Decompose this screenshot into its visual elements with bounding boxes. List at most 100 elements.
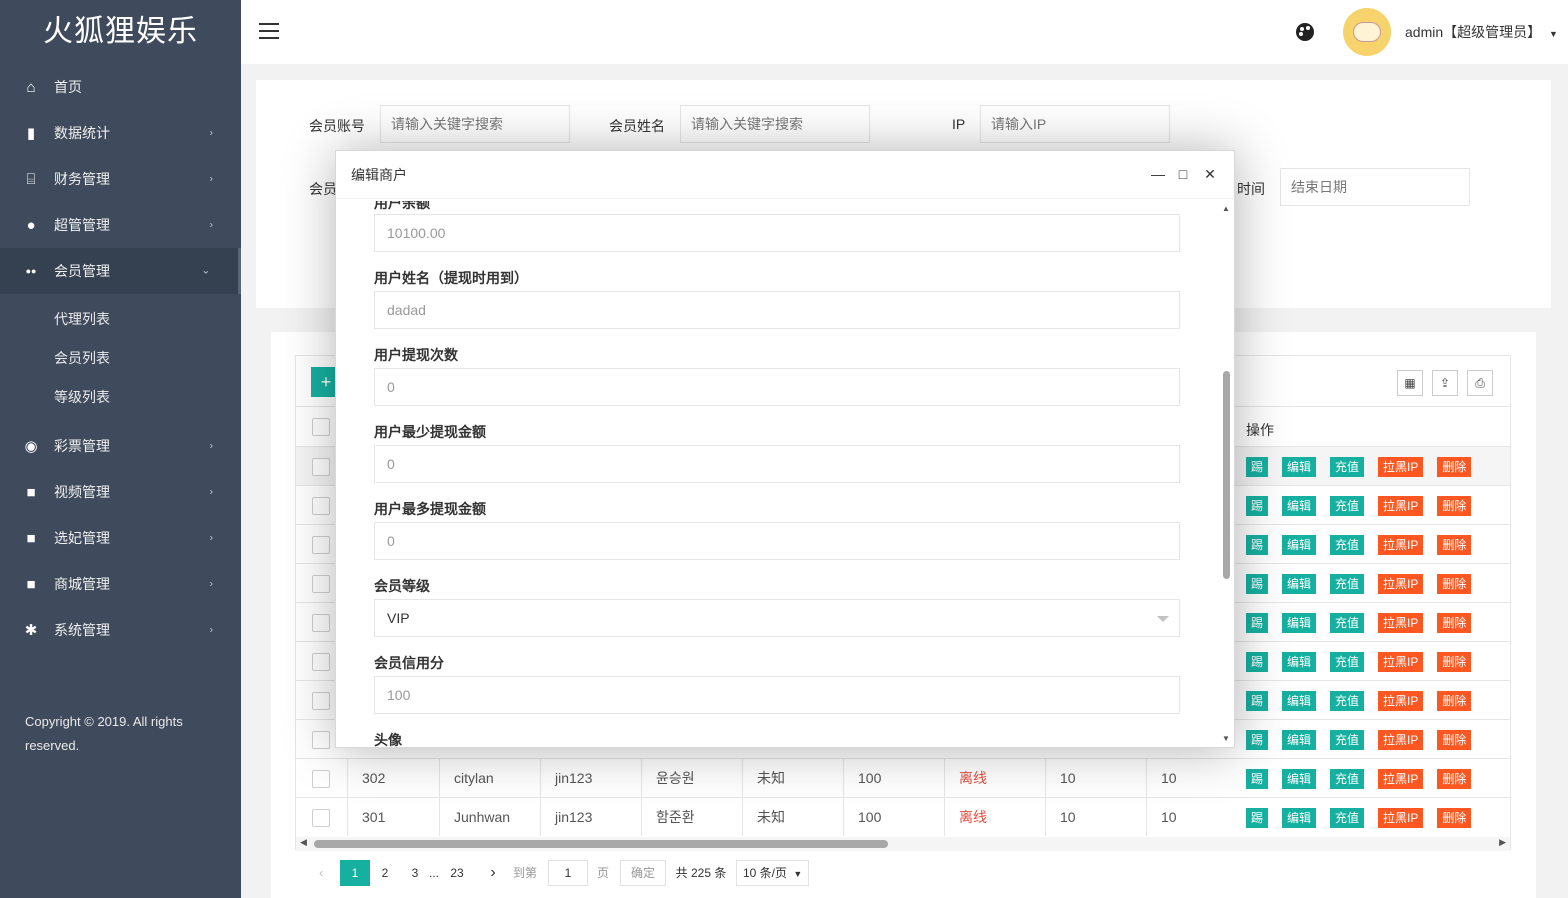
menu-toggle-icon[interactable]	[259, 23, 279, 41]
user-menu[interactable]: admin【超级管理员】 ▼	[1405, 22, 1558, 42]
row-checkbox[interactable]	[312, 692, 330, 710]
scroll-right-icon[interactable]: ▶	[1499, 837, 1506, 848]
block-ip-button[interactable]: 拉黑IP	[1378, 457, 1424, 477]
page-23[interactable]: 23	[448, 860, 466, 886]
credit-score-input[interactable]: 100	[374, 676, 1180, 714]
sidebar-item-selection[interactable]: ■ 选妃管理 ›	[0, 515, 241, 561]
edit-button[interactable]: 编辑	[1282, 574, 1317, 594]
export-icon[interactable]: ⇪	[1432, 370, 1458, 396]
sidebar-item-mall[interactable]: ■ 商城管理 ›	[0, 561, 241, 607]
row-checkbox[interactable]	[312, 575, 330, 593]
columns-icon[interactable]: ▦	[1397, 370, 1423, 396]
next-page-icon[interactable]: ›	[486, 860, 500, 886]
recharge-button[interactable]: 充值	[1330, 808, 1365, 828]
delete-button[interactable]: 删除	[1437, 535, 1472, 555]
row-checkbox[interactable]	[312, 458, 330, 476]
sidebar-subitem-members[interactable]: 会员列表	[0, 339, 241, 378]
edit-button[interactable]: 编辑	[1282, 769, 1317, 789]
edit-button[interactable]: 编辑	[1282, 652, 1317, 672]
min-withdraw-input[interactable]: 0	[374, 445, 1180, 483]
block-ip-button[interactable]: 拉黑IP	[1378, 535, 1424, 555]
recharge-button[interactable]: 充值	[1330, 730, 1365, 750]
kick-button[interactable]: 踢	[1246, 613, 1269, 633]
dialog-scroll-thumb[interactable]	[1223, 371, 1230, 579]
recharge-button[interactable]: 充值	[1330, 652, 1365, 672]
edit-button[interactable]: 编辑	[1282, 496, 1317, 516]
page-1[interactable]: 1	[340, 860, 370, 886]
delete-button[interactable]: 删除	[1437, 652, 1472, 672]
edit-button[interactable]: 编辑	[1282, 730, 1317, 750]
delete-button[interactable]: 删除	[1437, 457, 1472, 477]
recharge-button[interactable]: 充值	[1330, 613, 1365, 633]
kick-button[interactable]: 踢	[1246, 652, 1269, 672]
sidebar-item-lottery[interactable]: ◉ 彩票管理 ›	[0, 423, 241, 469]
edit-button[interactable]: 编辑	[1282, 613, 1317, 633]
row-checkbox[interactable]	[312, 770, 330, 788]
block-ip-button[interactable]: 拉黑IP	[1378, 730, 1424, 750]
row-checkbox[interactable]	[312, 653, 330, 671]
recharge-button[interactable]: 充值	[1330, 691, 1365, 711]
kick-button[interactable]: 踢	[1246, 769, 1269, 789]
print-icon[interactable]: ⎙	[1467, 370, 1493, 396]
kick-button[interactable]: 踢	[1246, 535, 1269, 555]
scroll-down-icon[interactable]: ▼	[1222, 734, 1230, 743]
recharge-button[interactable]: 充值	[1330, 496, 1365, 516]
block-ip-button[interactable]: 拉黑IP	[1378, 652, 1424, 672]
row-checkbox[interactable]	[312, 536, 330, 554]
row-checkbox[interactable]	[312, 614, 330, 632]
real-name-input[interactable]: dadad	[374, 291, 1180, 329]
palette-icon[interactable]	[1296, 23, 1314, 41]
kick-button[interactable]: 踢	[1246, 730, 1269, 750]
edit-button[interactable]: 编辑	[1282, 457, 1317, 477]
row-checkbox[interactable]	[312, 809, 330, 827]
member-level-select[interactable]: VIP	[374, 599, 1180, 637]
kick-button[interactable]: 踢	[1246, 457, 1269, 477]
kick-button[interactable]: 踢	[1246, 574, 1269, 594]
recharge-button[interactable]: 充值	[1330, 535, 1365, 555]
end-date-input[interactable]: 结束日期	[1280, 168, 1470, 206]
goto-confirm-button[interactable]: 确定	[620, 860, 667, 886]
horizontal-scrollbar[interactable]: ◀ ▶	[296, 837, 1510, 851]
kick-button[interactable]: 踢	[1246, 808, 1269, 828]
delete-button[interactable]: 删除	[1437, 613, 1472, 633]
page-2[interactable]: 2	[378, 860, 392, 886]
edit-button[interactable]: 编辑	[1282, 691, 1317, 711]
maximize-icon[interactable]: □	[1175, 166, 1191, 182]
page-3[interactable]: 3	[408, 860, 422, 886]
kick-button[interactable]: 踢	[1246, 496, 1269, 516]
block-ip-button[interactable]: 拉黑IP	[1378, 769, 1424, 789]
delete-button[interactable]: 删除	[1437, 574, 1472, 594]
minimize-icon[interactable]: —	[1150, 166, 1166, 182]
delete-button[interactable]: 删除	[1437, 808, 1472, 828]
select-all-checkbox[interactable]	[312, 418, 330, 436]
account-search-input[interactable]: 请输入关键字搜索	[380, 105, 570, 143]
block-ip-button[interactable]: 拉黑IP	[1378, 496, 1424, 516]
sidebar-item-stats[interactable]: ▮ 数据统计 ›	[0, 110, 241, 156]
delete-button[interactable]: 删除	[1437, 730, 1472, 750]
recharge-button[interactable]: 充值	[1330, 574, 1365, 594]
sidebar-subitem-levels[interactable]: 等级列表	[0, 378, 241, 417]
sidebar-item-system[interactable]: ✱ 系统管理 ›	[0, 607, 241, 653]
delete-button[interactable]: 删除	[1437, 769, 1472, 789]
scroll-thumb[interactable]	[314, 840, 888, 848]
prev-page-icon[interactable]: ‹	[314, 860, 328, 886]
block-ip-button[interactable]: 拉黑IP	[1378, 691, 1424, 711]
delete-button[interactable]: 删除	[1437, 691, 1472, 711]
block-ip-button[interactable]: 拉黑IP	[1378, 574, 1424, 594]
edit-button[interactable]: 编辑	[1282, 808, 1317, 828]
withdraw-count-input[interactable]: 0	[374, 368, 1180, 406]
name-search-input[interactable]: 请输入关键字搜索	[680, 105, 870, 143]
sidebar-item-video[interactable]: ■ 视频管理 ›	[0, 469, 241, 515]
sidebar-item-home[interactable]: ⌂ 首页	[0, 64, 241, 110]
balance-input[interactable]: 10100.00	[374, 214, 1180, 252]
per-page-select[interactable]: 10 条/页 ▼	[736, 860, 810, 886]
delete-button[interactable]: 删除	[1437, 496, 1472, 516]
row-checkbox[interactable]	[312, 497, 330, 515]
sidebar-item-members[interactable]: ●● 会员管理 ⌄	[0, 248, 241, 294]
recharge-button[interactable]: 充值	[1330, 457, 1365, 477]
kick-button[interactable]: 踢	[1246, 691, 1269, 711]
edit-button[interactable]: 编辑	[1282, 535, 1317, 555]
sidebar-subitem-agents[interactable]: 代理列表	[0, 300, 241, 339]
scroll-up-icon[interactable]: ▲	[1222, 204, 1230, 213]
avatar[interactable]	[1343, 8, 1391, 56]
